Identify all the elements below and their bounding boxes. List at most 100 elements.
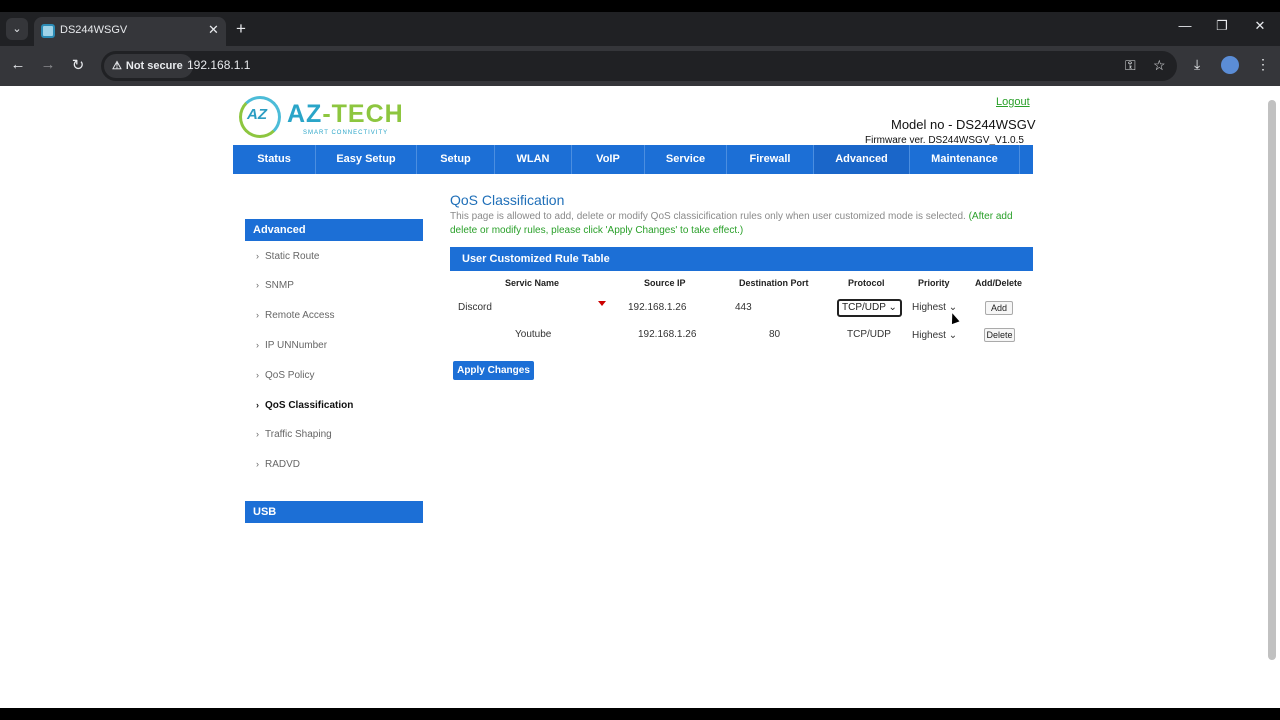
main-nav: Status Easy Setup Setup WLAN VoIP Servic… [233, 145, 1033, 174]
sidebar-item-label: IP UNNumber [265, 340, 328, 351]
logo-wordmark: AZ-TECH [287, 100, 404, 129]
chevron-right-icon: › [256, 370, 259, 380]
nav-setup[interactable]: Setup [417, 145, 495, 174]
delete-rule-button[interactable]: Delete [984, 328, 1015, 342]
browser-toolbar: ← → ↻ ⚠ Not secure 192.168.1.1 ⚿ ☆ ⤓ ⋮ [0, 46, 1280, 86]
chevron-right-icon: › [256, 429, 259, 439]
favicon-icon [41, 24, 55, 38]
sidebar-item-radvd[interactable]: › RADVD [256, 459, 300, 470]
chevron-right-icon: › [256, 310, 259, 320]
rule-priority-select[interactable]: Highest ⌄ [912, 330, 957, 341]
rule-dest-port: 80 [769, 329, 781, 340]
aztech-logo: AZ AZ-TECH SMART CONNECTIVITY [239, 96, 429, 141]
tab-title: DS244WSGV [60, 24, 128, 36]
rule-service-name: Youtube [515, 329, 552, 340]
nav-voip[interactable]: VoIP [572, 145, 645, 174]
service-dropdown-arrow-icon[interactable] [598, 301, 606, 306]
apply-changes-button[interactable]: Apply Changes [453, 361, 534, 380]
sidebar-item-label: RADVD [265, 459, 301, 470]
sidebar-section-advanced[interactable]: Advanced [245, 219, 423, 241]
sidebar-item-label: QoS Classification [265, 400, 354, 411]
new-rule-protocol-select[interactable]: TCP/UDP ⌄ [837, 299, 902, 317]
mouse-cursor-icon [948, 311, 960, 325]
router-page: AZ AZ-TECH SMART CONNECTIVITY Logout Mod… [0, 86, 1280, 708]
browser-tab[interactable]: DS244WSGV ✕ [34, 17, 226, 46]
minimize-icon[interactable]: — [1175, 18, 1195, 33]
nav-service[interactable]: Service [645, 145, 727, 174]
password-key-icon[interactable]: ⚿ [1125, 57, 1136, 74]
new-rule-service-input[interactable]: Discord [458, 302, 492, 313]
security-label: Not secure [125, 60, 183, 72]
sidebar-item-qos-classification[interactable]: › QoS Classification [256, 400, 353, 411]
sidebar-item-label: Traffic Shaping [265, 429, 332, 440]
page-description: This page is allowed to add, delete or m… [450, 210, 1030, 238]
nav-maintenance[interactable]: Maintenance [910, 145, 1020, 174]
logo-wordmark-b: -TECH [322, 100, 404, 128]
warning-icon: ⚠ [112, 60, 122, 72]
sidebar-item-label: Remote Access [265, 310, 335, 321]
tab-close-icon[interactable]: ✕ [208, 22, 219, 38]
new-rule-source-ip-input[interactable]: 192.168.1.26 [628, 302, 686, 313]
priority-select-value: Highest [912, 302, 946, 313]
col-priority: Priority [918, 278, 950, 288]
priority-select-value: Highest [912, 330, 946, 341]
col-destination-port: Destination Port [739, 278, 809, 288]
sidebar-item-label: Static Route [265, 251, 320, 262]
bottom-border [0, 708, 1280, 720]
chevron-down-icon: ⌄ [948, 330, 958, 341]
page-title: QoS Classification [450, 192, 565, 208]
back-icon[interactable]: ← [8, 56, 28, 73]
forward-icon[interactable]: → [38, 56, 58, 73]
chevron-right-icon: › [256, 400, 259, 410]
nav-wlan[interactable]: WLAN [495, 145, 572, 174]
site-info-button[interactable]: ⚠ Not secure [104, 54, 193, 78]
sidebar-item-static-route[interactable]: › Static Route [256, 251, 319, 262]
col-service-name: Servic Name [505, 278, 560, 288]
close-window-icon[interactable]: ✕ [1250, 18, 1270, 34]
col-add-delete: Add/Delete [975, 278, 1023, 288]
chevron-right-icon: › [256, 251, 259, 261]
chevron-down-icon: ⌄ [888, 302, 897, 313]
chevron-right-icon: › [256, 340, 259, 350]
sidebar-item-label: QoS Policy [265, 370, 315, 381]
download-icon[interactable]: ⤓ [1194, 56, 1200, 73]
sidebar-item-traffic-shaping[interactable]: › Traffic Shaping [256, 429, 332, 440]
protocol-select-value: TCP/UDP [842, 302, 886, 313]
model-number: Model no - DS244WSGV [891, 117, 1036, 132]
url-text: 192.168.1.1 [187, 58, 251, 72]
bookmark-star-icon[interactable]: ☆ [1153, 57, 1166, 74]
add-rule-button[interactable]: Add [985, 301, 1013, 315]
logout-link[interactable]: Logout [996, 96, 1030, 108]
nav-advanced[interactable]: Advanced [814, 145, 910, 174]
nav-easy-setup[interactable]: Easy Setup [316, 145, 417, 174]
nav-status[interactable]: Status [233, 145, 316, 174]
address-bar[interactable]: ⚠ Not secure 192.168.1.1 ⚿ ☆ [101, 51, 1177, 81]
logo-wordmark-a: AZ [287, 100, 323, 128]
sidebar-item-remote-access[interactable]: › Remote Access [256, 310, 334, 321]
profile-avatar[interactable] [1221, 56, 1239, 74]
sidebar-item-snmp[interactable]: › SNMP [256, 280, 294, 291]
page-scrollbar[interactable] [1268, 100, 1276, 660]
browser-window: ⌄ DS244WSGV ✕ + — ❐ ✕ ← → ↻ ⚠ Not secure … [0, 0, 1280, 720]
new-tab-icon[interactable]: + [236, 19, 246, 39]
sidebar-item-label: SNMP [265, 280, 294, 291]
tab-search-button[interactable]: ⌄ [6, 18, 28, 40]
rule-protocol: TCP/UDP [847, 329, 891, 340]
logo-mark: AZ [247, 106, 267, 123]
title-bar: ⌄ DS244WSGV ✕ + — ❐ ✕ [0, 12, 1280, 46]
reload-icon[interactable]: ↻ [68, 56, 88, 74]
sidebar-item-ip-unnumber[interactable]: › IP UNNumber [256, 340, 327, 351]
col-protocol: Protocol [848, 278, 885, 288]
chevron-right-icon: › [256, 280, 259, 290]
description-text: This page is allowed to add, delete or m… [450, 211, 966, 222]
nav-firewall[interactable]: Firewall [727, 145, 814, 174]
menu-kebab-icon[interactable]: ⋮ [1256, 56, 1270, 73]
col-source-ip: Source IP [644, 278, 686, 288]
sidebar-section-usb[interactable]: USB [245, 501, 423, 523]
rule-source-ip: 192.168.1.26 [638, 329, 697, 340]
new-rule-priority-select[interactable]: Highest ⌄ [912, 302, 957, 313]
sidebar-item-qos-policy[interactable]: › QoS Policy [256, 370, 314, 381]
new-rule-dest-port-input[interactable]: 443 [735, 302, 752, 313]
logo-tagline: SMART CONNECTIVITY [303, 130, 389, 136]
restore-icon[interactable]: ❐ [1212, 18, 1232, 34]
